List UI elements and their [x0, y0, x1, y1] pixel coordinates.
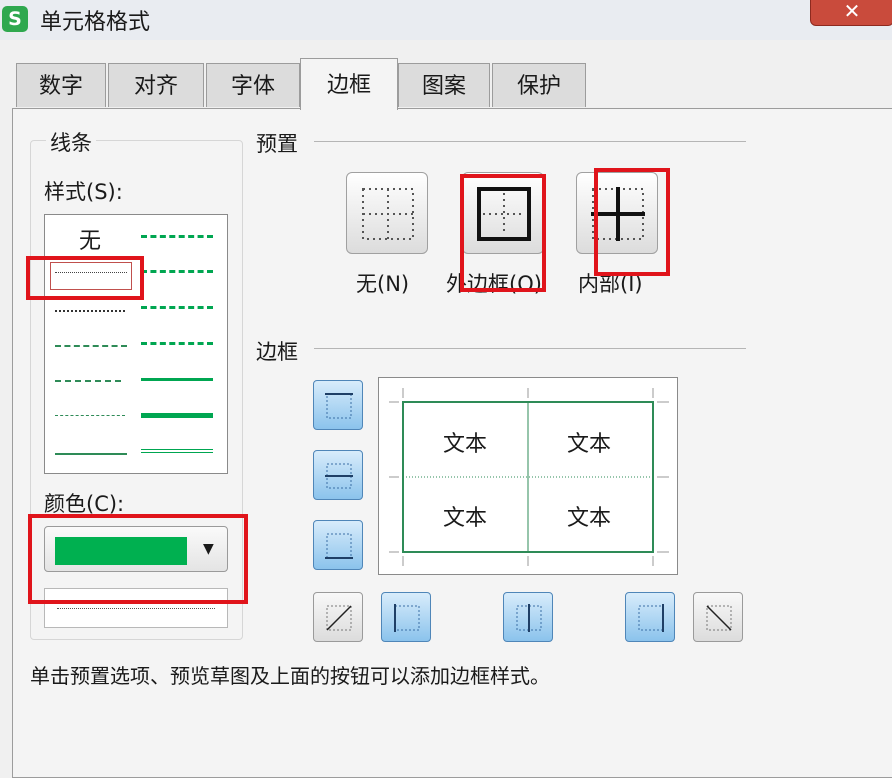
border-right-button[interactable]	[625, 592, 675, 642]
line-style-list[interactable]: 无	[44, 214, 228, 474]
preset-none-label: 无(N)	[356, 272, 410, 296]
diagonal-up-icon	[326, 605, 352, 631]
line-style-medium-dash-dot[interactable]	[141, 306, 213, 309]
border-preview[interactable]: 文本 文本 文本 文本	[378, 377, 678, 575]
tab-border[interactable]: 边框	[300, 58, 398, 110]
border-bottom-icon	[325, 533, 353, 559]
dropdown-arrow-icon: ▼	[203, 541, 214, 557]
preview-cell-text: 文本	[567, 432, 612, 457]
border-rule	[314, 348, 746, 349]
tab-number[interactable]: 数字	[16, 63, 106, 107]
preset-none-button[interactable]	[346, 172, 428, 254]
border-diagonal-up-button[interactable]	[313, 592, 363, 642]
border-inside-icon	[591, 187, 645, 241]
color-preview-strip	[44, 588, 228, 628]
border-diagonal-down-button[interactable]	[693, 592, 743, 642]
preset-outline-button[interactable]	[462, 172, 544, 254]
tab-alignment[interactable]: 对齐	[108, 63, 204, 107]
tab-pattern[interactable]: 图案	[398, 63, 490, 107]
line-style-dash-dot[interactable]	[55, 380, 121, 382]
preview-cell-text: 文本	[443, 432, 488, 457]
tab-protection[interactable]: 保护	[492, 63, 586, 107]
dialog-title: 单元格格式	[40, 10, 151, 35]
line-style-medium-dash-dot-dot[interactable]	[141, 235, 213, 238]
line-style-dotted[interactable]	[55, 310, 125, 312]
line-group-title: 线条	[46, 127, 96, 157]
preview-grid	[389, 388, 669, 566]
line-style-thick[interactable]	[141, 413, 213, 418]
diagonal-down-icon	[706, 605, 732, 631]
border-top-icon	[325, 393, 353, 419]
border-inside-vertical-button[interactable]	[503, 592, 553, 642]
line-style-medium-dashed[interactable]	[141, 342, 213, 345]
line-style-slanted-dash-dot[interactable]	[141, 270, 213, 273]
presets-title: 预置	[256, 128, 298, 158]
hint-text: 单击预置选项、预览草图及上面的按钮可以添加边框样式。	[30, 664, 550, 688]
line-style-double[interactable]	[141, 449, 213, 453]
line-style-dash-dot-dot[interactable]	[55, 345, 127, 347]
border-left-icon	[394, 604, 420, 632]
wps-app-icon: S	[2, 6, 28, 32]
line-style-none[interactable]: 无	[79, 223, 101, 255]
close-button[interactable]: ✕	[810, 0, 892, 26]
preset-inside-button[interactable]	[576, 172, 658, 254]
color-swatch	[55, 537, 187, 565]
tab-font[interactable]: 字体	[206, 63, 300, 107]
preview-cell-text: 文本	[567, 506, 612, 531]
selected-style-frame	[50, 262, 132, 290]
border-none-icon	[362, 188, 414, 240]
color-dropdown[interactable]: ▼	[44, 526, 228, 572]
border-outline-icon	[477, 187, 531, 241]
border-middle-vertical-icon	[516, 604, 542, 632]
border-top-button[interactable]	[313, 380, 363, 430]
preset-outline-label: 外边框(O)	[446, 272, 542, 296]
line-style-dashed[interactable]	[55, 415, 125, 416]
border-inside-horizontal-button[interactable]	[313, 450, 363, 500]
border-bottom-button[interactable]	[313, 520, 363, 570]
presets-rule	[314, 141, 746, 142]
line-style-thin[interactable]	[55, 453, 127, 455]
border-section-title: 边框	[256, 336, 298, 366]
border-middle-horizontal-icon	[325, 463, 353, 489]
style-label: 样式(S):	[44, 176, 123, 206]
line-style-medium[interactable]	[141, 378, 213, 381]
border-left-button[interactable]	[381, 592, 431, 642]
title-bar: S 单元格格式 ✕	[0, 0, 892, 40]
border-right-icon	[638, 604, 664, 632]
preset-inside-label: 内部(I)	[578, 272, 643, 296]
preview-cell-text: 文本	[443, 506, 488, 531]
color-label: 颜色(C):	[44, 488, 125, 518]
